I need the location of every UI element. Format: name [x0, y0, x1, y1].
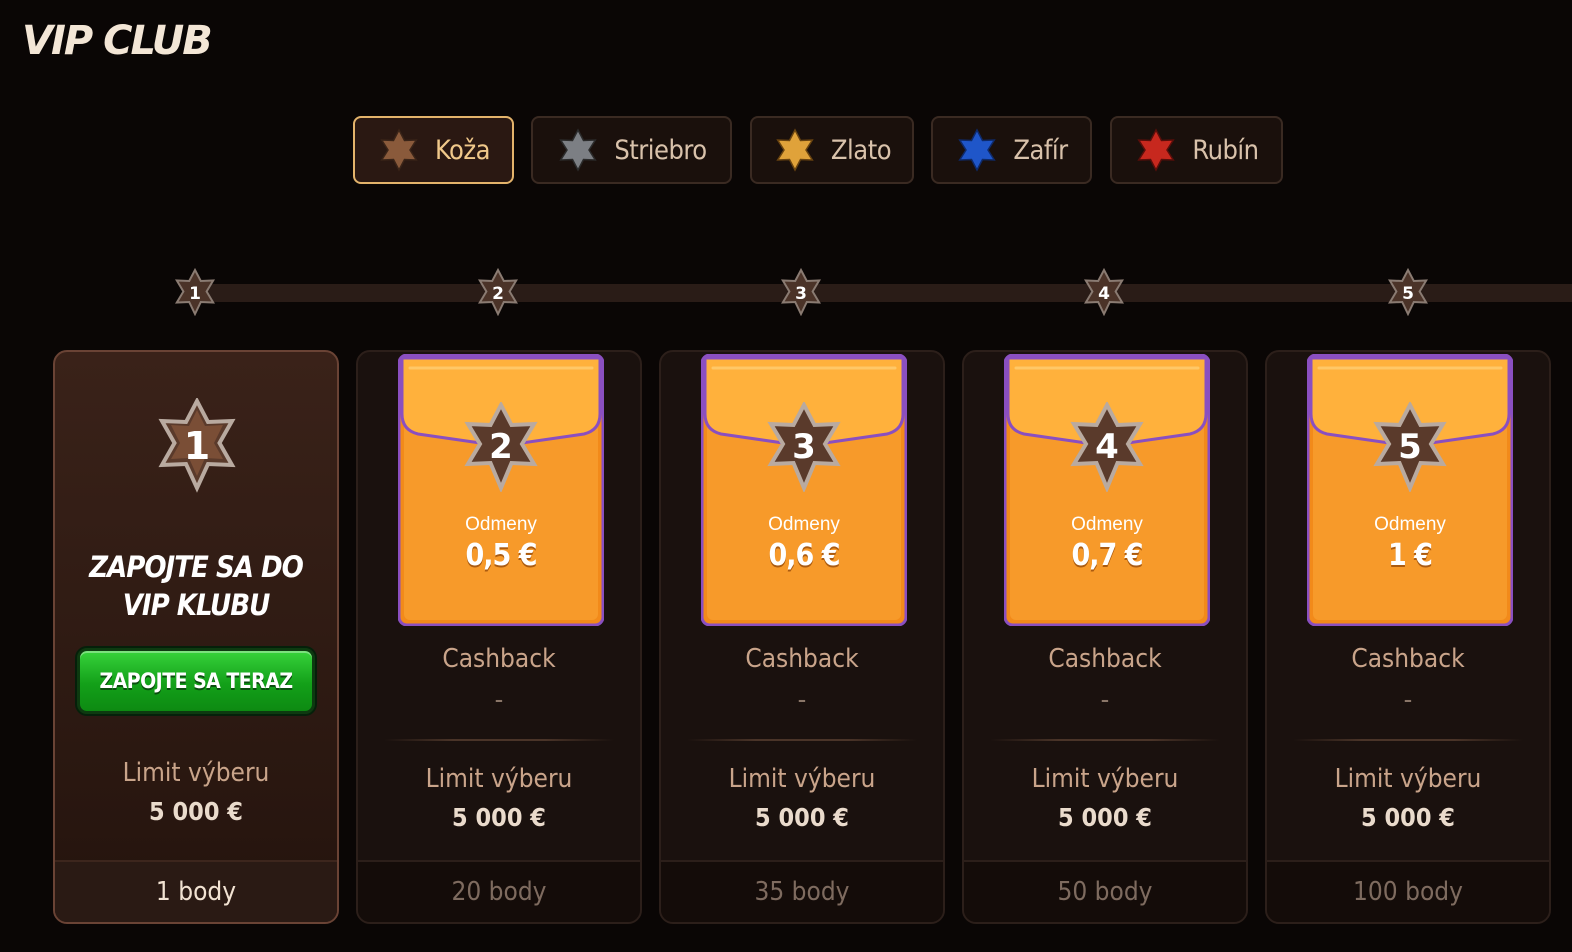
gold-star-icon	[773, 128, 817, 172]
limit-value: 5 000 €	[1361, 803, 1455, 832]
points-required: 35 body	[661, 860, 943, 922]
limit-label: Limit výberu	[122, 758, 270, 788]
reward-value: 0,6 €	[768, 538, 841, 573]
page-title: VIP CLUB	[22, 18, 213, 64]
limit-value: 5 000 €	[1058, 803, 1152, 832]
limit-value: 5 000 €	[149, 797, 243, 826]
level-5-star-icon: 5	[1373, 402, 1447, 492]
cashback-value: -	[1403, 684, 1413, 714]
ruby-star-icon	[1134, 128, 1178, 172]
level-1-star-icon: 1	[158, 398, 236, 493]
level-number: 2	[489, 427, 513, 467]
divider	[384, 739, 614, 741]
points-required: 1 body	[55, 860, 337, 922]
limit-label: Limit výberu	[1334, 764, 1482, 794]
tab-label: Zlato	[830, 134, 892, 166]
level-number: 4	[1095, 427, 1119, 467]
tier-tabs: Koža Striebro Zlato Zafír Rubín	[0, 116, 1572, 188]
divider	[687, 739, 917, 741]
reward-label: Odmeny	[1071, 514, 1143, 535]
join-now-button[interactable]: ZAPOJTE SA TERAZ	[77, 648, 315, 714]
points-required: 50 body	[964, 860, 1246, 922]
level-4-star-icon: 4	[1070, 402, 1144, 492]
tab-koza[interactable]: Koža	[353, 116, 514, 184]
level-number: 3	[795, 284, 807, 304]
tab-zlato[interactable]: Zlato	[750, 116, 914, 184]
level-node-1: 1	[172, 268, 218, 316]
level-3-star-icon: 3	[767, 402, 841, 492]
level-node-3: 3	[778, 268, 824, 316]
level-node-5: 5	[1385, 268, 1431, 316]
leather-star-icon	[377, 128, 421, 172]
progress-track	[195, 284, 1572, 302]
level-node-2: 2	[475, 268, 521, 316]
tab-label: Rubín	[1192, 134, 1259, 166]
cashback-label: Cashback	[1048, 644, 1162, 674]
reward-value: 1 €	[1388, 538, 1433, 573]
limit-label: Limit výberu	[728, 764, 876, 794]
tab-label: Koža	[434, 134, 491, 166]
level-number: 1	[184, 424, 210, 468]
reward-label: Odmeny	[1374, 514, 1446, 535]
tab-striebro[interactable]: Striebro	[531, 116, 732, 184]
level-card-5: 5 Odmeny 1 € Cashback - Limit výberu 5 0…	[1265, 350, 1551, 924]
level-number: 1	[189, 284, 201, 304]
reward-label: Odmeny	[768, 514, 840, 535]
level-number: 3	[792, 427, 816, 467]
silver-star-icon	[556, 128, 600, 172]
tab-label: Striebro	[614, 134, 707, 166]
level-number: 5	[1402, 284, 1414, 304]
cashback-label: Cashback	[1351, 644, 1465, 674]
cashback-value: -	[797, 684, 807, 714]
points-required: 100 body	[1267, 860, 1549, 922]
level-number: 5	[1398, 427, 1422, 467]
points-required: 20 body	[358, 860, 640, 922]
level-2-star-icon: 2	[464, 402, 538, 492]
reward-value: 0,7 €	[1071, 538, 1144, 573]
divider	[1293, 739, 1523, 741]
reward-value: 0,5 €	[465, 538, 538, 573]
level-number: 4	[1098, 284, 1110, 304]
level-card-4: 4 Odmeny 0,7 € Cashback - Limit výberu 5…	[962, 350, 1248, 924]
cashback-value: -	[494, 684, 504, 714]
level-card-2: 2 Odmeny 0,5 € Cashback - Limit výberu 5…	[356, 350, 642, 924]
divider	[990, 739, 1220, 741]
tab-rubin[interactable]: Rubín	[1110, 116, 1283, 184]
level-card-1: 1 ZAPOJTE SA DO VIP KLUBU ZAPOJTE SA TER…	[53, 350, 339, 924]
tab-zafir[interactable]: Zafír	[931, 116, 1092, 184]
level-card-3: 3 Odmeny 0,6 € Cashback - Limit výberu 5…	[659, 350, 945, 924]
limit-label: Limit výberu	[425, 764, 573, 794]
limit-label: Limit výberu	[1031, 764, 1179, 794]
reward-label: Odmeny	[465, 514, 537, 535]
cashback-label: Cashback	[442, 644, 556, 674]
join-title: ZAPOJTE SA DO VIP KLUBU	[89, 550, 304, 622]
limit-value: 5 000 €	[755, 803, 849, 832]
level-node-4: 4	[1081, 268, 1127, 316]
cashback-value: -	[1100, 684, 1110, 714]
limit-value: 5 000 €	[452, 803, 546, 832]
cashback-label: Cashback	[745, 644, 859, 674]
tab-label: Zafír	[1013, 134, 1068, 166]
level-number: 2	[492, 284, 504, 304]
sapphire-star-icon	[955, 128, 999, 172]
